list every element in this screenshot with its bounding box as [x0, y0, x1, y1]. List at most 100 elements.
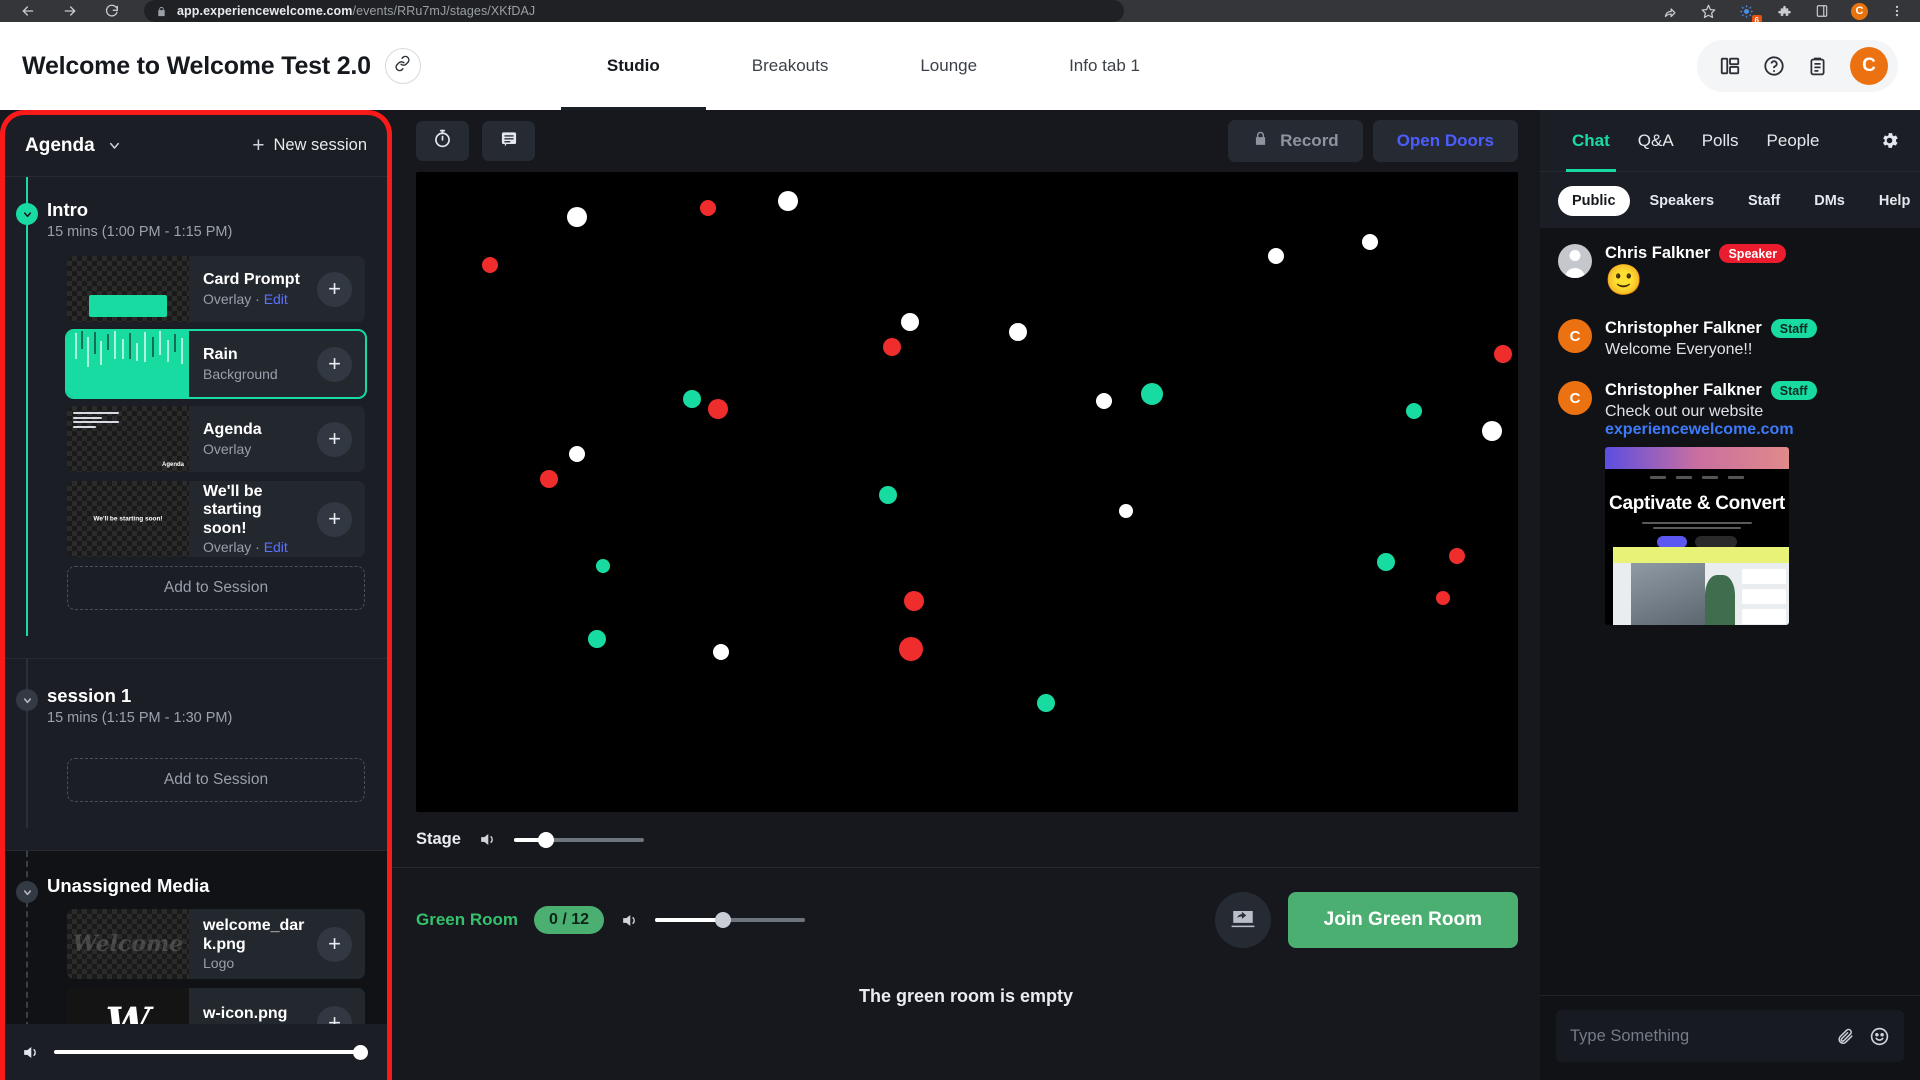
bookmark-star-icon[interactable] — [1699, 2, 1717, 20]
session-collapse-toggle-intro[interactable] — [16, 203, 38, 225]
gear-icon[interactable] — [1879, 130, 1910, 151]
copy-link-button[interactable] — [384, 48, 421, 84]
tab-qa[interactable]: Q&A — [1624, 110, 1688, 172]
chrome-menu-icon[interactable] — [1888, 2, 1906, 20]
filter-staff[interactable]: Staff — [1734, 186, 1794, 216]
chat-message: C Christopher Falkner Staff Check out ou… — [1558, 381, 1906, 625]
plus-icon: + — [252, 134, 265, 157]
filter-public[interactable]: Public — [1558, 186, 1630, 216]
media-meta: We'll be starting soon! Overlay · Edit — [189, 483, 317, 554]
unassigned-title: Unassigned Media — [47, 875, 210, 896]
address-bar[interactable]: app.experiencewelcome.com/events/RRu7mJ/… — [144, 0, 1124, 22]
add-to-session-button-session-1[interactable]: Add to Session — [67, 758, 365, 802]
add-media-button[interactable]: + — [317, 1005, 352, 1024]
chat-message-header: Chris Falkner Speaker — [1605, 244, 1906, 263]
stage-canvas[interactable] — [416, 172, 1518, 812]
preview-gradient-band — [1605, 447, 1789, 469]
media-meta: Card Prompt Overlay · Edit — [189, 271, 317, 306]
filter-speakers[interactable]: Speakers — [1636, 186, 1729, 216]
media-card-starting-soon[interactable]: We'll be starting soon! We'll be startin… — [67, 481, 365, 557]
open-doors-button[interactable]: Open Doors — [1372, 120, 1518, 162]
volume-knob[interactable] — [353, 1045, 368, 1060]
status-badge: Staff — [1770, 381, 1817, 400]
add-media-button[interactable]: + — [317, 271, 352, 307]
tab-breakouts[interactable]: Breakouts — [706, 22, 875, 110]
chat-input-placeholder[interactable]: Type Something — [1570, 1027, 1822, 1046]
emoji-icon[interactable] — [1869, 1026, 1890, 1047]
add-media-button[interactable]: + — [317, 926, 352, 962]
sidebar-volume-control[interactable] — [5, 1024, 387, 1080]
green-room-label: Green Room — [416, 910, 519, 929]
join-green-room-button[interactable]: Join Green Room — [1287, 892, 1518, 948]
media-card-card-prompt[interactable]: Card Prompt Overlay · Edit + — [67, 256, 365, 322]
paperclip-icon[interactable] — [1836, 1027, 1855, 1046]
tab-info-tab-1[interactable]: Info tab 1 — [1023, 22, 1186, 110]
stage-volume-slider[interactable] — [513, 831, 644, 848]
sidebar-volume-slider[interactable] — [54, 1045, 368, 1060]
record-button[interactable]: Record — [1228, 120, 1363, 162]
add-media-button[interactable]: + — [317, 421, 352, 457]
tab-people[interactable]: People — [1753, 110, 1834, 172]
layout-icon[interactable] — [1719, 55, 1741, 77]
w-logo-icon: W — [105, 999, 151, 1025]
media-edit-link[interactable]: Edit — [264, 539, 288, 555]
unassigned-collapse-toggle[interactable] — [16, 881, 38, 903]
chat-message-link[interactable]: experiencewelcome.com — [1605, 421, 1906, 439]
chat-input-row[interactable]: Type Something — [1556, 1010, 1904, 1062]
speaker-icon[interactable] — [21, 1043, 40, 1062]
chat-message-emoji: 🙂 — [1605, 264, 1643, 297]
chat-author-name: Christopher Falkner — [1605, 319, 1762, 337]
chrome-profile-avatar[interactable]: C — [1851, 2, 1868, 20]
filter-dms[interactable]: DMs — [1800, 186, 1859, 216]
user-avatar[interactable]: C — [1850, 47, 1888, 85]
thumbnail-label: We'll be starting soon! — [93, 515, 163, 523]
tab-chat[interactable]: Chat — [1558, 110, 1624, 172]
filter-help[interactable]: Help — [1865, 186, 1920, 216]
agenda-list[interactable]: Intro 15 mins (1:00 PM - 1:15 PM) Card P… — [5, 177, 387, 1024]
stage-participant-dot — [1095, 393, 1112, 410]
media-card-agenda[interactable]: Agenda Agenda Overlay + — [67, 406, 365, 472]
volume-knob[interactable] — [538, 831, 555, 848]
green-room-volume-slider[interactable] — [655, 912, 806, 928]
media-card-welcome-dark[interactable]: Welcome welcome_dark.png Logo + — [67, 909, 365, 979]
thumbnail-overlay-shape — [89, 295, 167, 317]
media-edit-link[interactable]: Edit — [264, 291, 288, 307]
reload-icon[interactable] — [102, 1, 122, 21]
chevron-down-icon[interactable] — [107, 138, 122, 153]
chat-message-body: Christopher Falkner Staff Check out our … — [1605, 381, 1906, 625]
help-icon[interactable] — [1763, 55, 1785, 77]
volume-knob[interactable] — [714, 912, 731, 928]
session-header-session-1: session 1 15 mins (1:15 PM - 1:30 PM) — [27, 659, 387, 742]
app-header: Welcome to Welcome Test 2.0 Studio Break… — [0, 22, 1920, 110]
tab-lounge[interactable]: Lounge — [874, 22, 1023, 110]
stage-volume-row: Stage — [392, 812, 1540, 867]
new-session-button[interactable]: + New session — [252, 135, 367, 156]
timer-button[interactable] — [416, 121, 469, 161]
back-icon[interactable] — [18, 1, 38, 21]
sidepanel-icon[interactable] — [1813, 2, 1831, 20]
stage-participant-dot — [1008, 323, 1027, 341]
clipboard-icon[interactable] — [1807, 56, 1828, 77]
puzzle-icon[interactable] — [1775, 2, 1793, 20]
forward-icon[interactable] — [60, 1, 80, 21]
add-media-button[interactable]: + — [317, 501, 352, 537]
extension-icon[interactable]: 6 — [1737, 2, 1762, 26]
session-collapse-toggle-session-1[interactable] — [16, 689, 38, 711]
session-session-1: session 1 15 mins (1:15 PM - 1:30 PM) Ad… — [5, 659, 387, 828]
tab-studio[interactable]: Studio — [560, 22, 706, 110]
notes-button[interactable] — [482, 121, 535, 161]
url-text: app.experiencewelcome.com/events/RRu7mJ/… — [177, 4, 536, 18]
link-preview-card[interactable]: Captivate & Convert — [1605, 447, 1789, 625]
media-type: Background — [203, 365, 278, 382]
speaker-icon[interactable] — [620, 911, 639, 930]
share-icon[interactable] — [1661, 2, 1679, 20]
media-card-w-icon[interactable]: W w-icon.png Logo + — [67, 988, 365, 1024]
speaker-icon[interactable] — [478, 830, 497, 849]
chat-message-list[interactable]: Chris Falkner Speaker 🙂 C Christopher Fa… — [1540, 228, 1920, 995]
screen-share-button[interactable] — [1214, 892, 1271, 948]
add-to-session-button-intro[interactable]: Add to Session — [67, 566, 365, 610]
thumbnail-wordmark: Welcome — [72, 931, 184, 957]
add-media-button[interactable]: + — [317, 346, 352, 382]
media-card-rain[interactable]: Rain Background + — [65, 329, 367, 399]
tab-polls[interactable]: Polls — [1688, 110, 1753, 172]
